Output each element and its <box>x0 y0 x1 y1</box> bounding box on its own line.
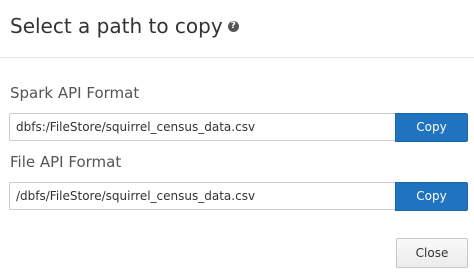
dialog-title: Select a path to copy? <box>10 13 239 39</box>
spark-path-field[interactable]: dbfs:/FileStore/squirrel_census_data.csv <box>9 113 395 141</box>
close-button[interactable]: Close <box>396 238 468 268</box>
spark-api-format-label: Spark API Format <box>10 84 140 102</box>
file-api-format-label: File API Format <box>10 153 122 171</box>
dialog-title-text: Select a path to copy <box>10 14 223 38</box>
copy-path-dialog: Select a path to copy? Spark API Format … <box>0 0 474 275</box>
copy-file-path-button[interactable]: Copy <box>395 182 468 211</box>
question-circle-icon[interactable]: ? <box>227 21 239 32</box>
dialog-header: Select a path to copy? <box>0 0 474 58</box>
copy-spark-path-button[interactable]: Copy <box>395 113 468 142</box>
file-path-field[interactable]: /dbfs/FileStore/squirrel_census_data.csv <box>9 182 395 210</box>
